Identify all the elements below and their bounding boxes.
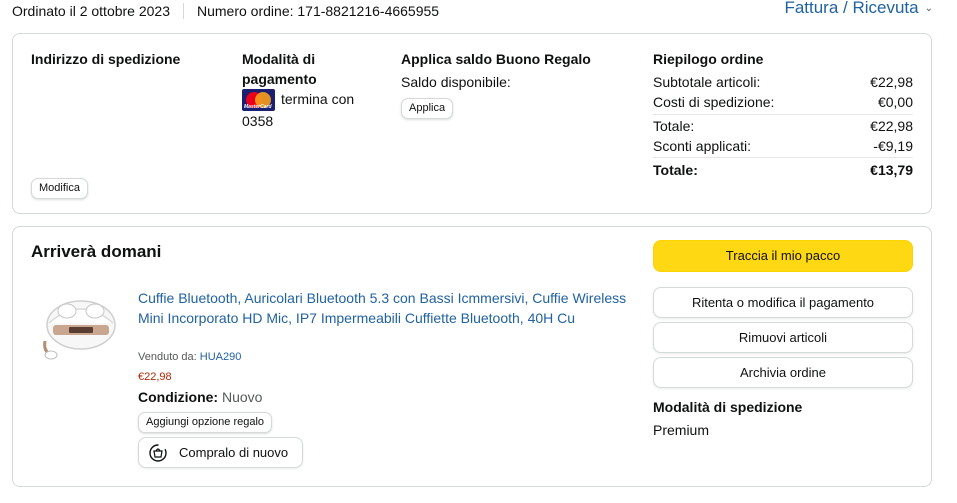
condition-label: Condizione:	[138, 389, 219, 405]
shipment-card: Arriverà domani Cuffie Bluetooth, Aurico…	[12, 226, 932, 487]
gift-card-heading: Applica saldo Buono Regalo	[401, 51, 591, 67]
summary-value: €13,79	[870, 162, 913, 178]
shipping-method-value: Premium	[653, 422, 710, 438]
condition: Condizione: Nuovo	[138, 389, 262, 405]
sold-by: Venduto da: HUA290	[138, 351, 241, 363]
apply-gift-button[interactable]: Applica	[401, 98, 454, 119]
summary-row-total: Totale: €22,98	[653, 117, 913, 135]
remove-items-button[interactable]: Rimuovi articoli	[653, 322, 913, 353]
summary-label: Totale:	[653, 118, 695, 134]
payment-heading: Modalità di pagamento	[242, 51, 317, 87]
summary-value: -€9,19	[873, 138, 913, 154]
shipping-address-heading: Indirizzo di spedizione	[31, 51, 181, 67]
add-gift-option-button[interactable]: Aggiungi opzione regalo	[138, 412, 273, 433]
order-date: Ordinato il 2 ottobre 2023	[12, 3, 170, 19]
buy-again-label: Compralo di nuovo	[179, 445, 289, 460]
order-header: Ordinato il 2 ottobre 2023 Numero ordine…	[12, 3, 439, 19]
condition-value: Nuovo	[222, 389, 263, 405]
chevron-down-icon: ⌄	[924, 3, 933, 15]
order-summary-card: Indirizzo di spedizione Modifica Modalit…	[12, 33, 932, 214]
sold-by-label: Venduto da:	[138, 351, 197, 363]
summary-divider	[653, 114, 913, 115]
order-summary-heading: Riepilogo ordine	[653, 51, 764, 67]
summary-value: €22,98	[870, 118, 913, 134]
invoice-label: Fattura / Ricevuta	[784, 0, 919, 17]
summary-row-grand-total: Totale: €13,79	[653, 161, 913, 179]
summary-divider	[653, 157, 913, 158]
product-title-link[interactable]: Cuffie Bluetooth, Auricolari Bluetooth 5…	[138, 288, 633, 328]
summary-row-shipping: Costi di spedizione: €0,00	[653, 93, 913, 111]
summary-label: Costi di spedizione:	[653, 94, 775, 110]
buy-again-button[interactable]: Compralo di nuovo	[138, 437, 303, 468]
invoice-link[interactable]: Fattura / Ricevuta ⌄	[784, 0, 933, 18]
mastercard-icon: MasterCard	[242, 89, 275, 112]
product-image[interactable]	[37, 285, 127, 365]
divider	[183, 3, 184, 19]
order-number: Numero ordine: 171-8821216-4665955	[197, 3, 440, 19]
summary-label: Totale:	[653, 162, 698, 178]
product-price: €22,98	[138, 371, 172, 383]
card-logo-text: MasterCard	[244, 104, 272, 111]
summary-row-discount: Sconti applicati: -€9,19	[653, 137, 913, 155]
summary-value: €22,98	[870, 74, 913, 90]
summary-row-subtotal: Subtotale articoli: €22,98	[653, 73, 913, 91]
gift-balance-label: Saldo disponibile:	[401, 74, 511, 90]
buy-again-icon	[149, 443, 167, 462]
retry-payment-button[interactable]: Ritenta o modifica il pagamento	[653, 287, 913, 318]
track-package-button[interactable]: Traccia il mio pacco	[653, 240, 913, 272]
archive-order-button[interactable]: Archivia ordine	[653, 357, 913, 388]
modify-address-button[interactable]: Modifica	[31, 178, 88, 199]
shipping-method-heading: Modalità di spedizione	[653, 399, 803, 415]
delivery-status: Arriverà domani	[31, 242, 162, 261]
summary-value: €0,00	[877, 94, 913, 110]
seller-link[interactable]: HUA290	[200, 351, 242, 363]
summary-label: Subtotale articoli:	[653, 74, 761, 90]
summary-label: Sconti applicati:	[653, 138, 752, 154]
payment-method: MasterCard termina con 0358	[242, 89, 377, 131]
